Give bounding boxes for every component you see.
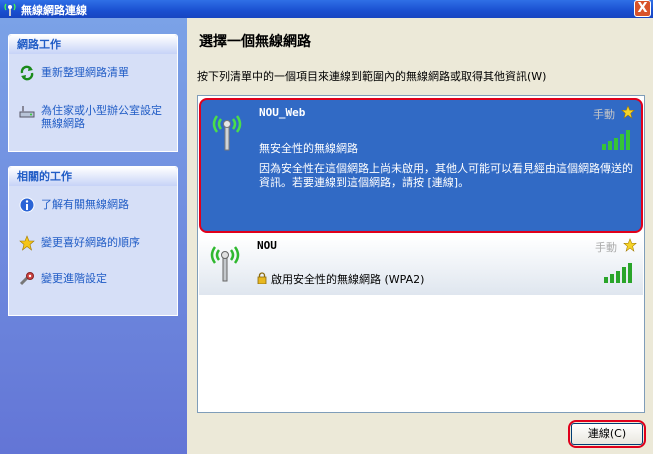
- network-tasks-header[interactable]: 網路工作: [9, 35, 177, 54]
- setup-wireless-network-label: 為住家或小型辦公室設定無線網路: [41, 104, 162, 130]
- close-icon: X: [637, 1, 648, 16]
- change-advanced-settings-label: 變更進階設定: [41, 272, 107, 285]
- signal-strength-icon: [604, 263, 632, 283]
- wireless-antenna-icon: [212, 115, 242, 151]
- star-icon: [19, 235, 35, 251]
- task-pane: 網路工作 重新整理網路清單 為住家或小型辦公室設定無線網路 相關的工作 了解有關…: [0, 18, 187, 454]
- refresh-network-list-label: 重新整理網路清單: [41, 66, 129, 79]
- network-security-status: 啟用安全性的無線網路 (WPA2): [271, 273, 425, 286]
- setup-icon: [19, 106, 35, 118]
- network-mode: 手動: [593, 108, 615, 121]
- related-tasks-header[interactable]: 相關的工作: [9, 167, 177, 186]
- signal-strength-icon: [602, 130, 630, 150]
- change-preferred-order-label: 變更喜好網路的順序: [41, 236, 140, 249]
- refresh-icon: [20, 65, 34, 81]
- network-security-status: 無安全性的無線網路: [259, 142, 358, 155]
- info-icon: [19, 197, 35, 213]
- network-description: 因為安全性在這個網路上尚未啟用，其他人可能可以看見經由這個網路傳送的資訊。若要連…: [259, 162, 633, 189]
- lock-icon: [257, 272, 267, 284]
- network-list[interactable]: NOU_Web 手動 無安全性的無線網路 因為安全性在這個網路上尚未啟用，其他人…: [197, 95, 645, 413]
- window-title: 無線網路連線: [21, 4, 87, 17]
- preferred-star-icon: [623, 238, 637, 252]
- network-item-nou-web[interactable]: NOU_Web 手動 無安全性的無線網路 因為安全性在這個網路上尚未啟用，其他人…: [199, 98, 643, 233]
- title-bar: 無線網路連線 X: [0, 0, 653, 18]
- related-tasks-panel: 相關的工作 了解有關無線網路 變更喜好網路的順序 變更進階設定: [8, 166, 178, 316]
- network-tasks-panel: 網路工作 重新整理網路清單 為住家或小型辦公室設定無線網路: [8, 34, 178, 152]
- network-item-nou[interactable]: NOU 手動 啟用安全性的無線網路 (WPA2): [199, 237, 643, 295]
- connect-button[interactable]: 連線(C): [571, 423, 643, 445]
- close-button[interactable]: X: [634, 0, 651, 17]
- learn-about-wireless-label: 了解有關無線網路: [41, 198, 129, 211]
- preferred-star-icon: [621, 105, 635, 119]
- wireless-antenna-icon: [210, 246, 240, 282]
- settings-icon: [19, 272, 34, 286]
- network-ssid: NOU_Web: [259, 106, 306, 119]
- main-content: 選擇一個無線網路 按下列清單中的一個項目來連線到範圍內的無線網路或取得其他資訊(…: [187, 18, 653, 454]
- instruction-text: 按下列清單中的一個項目來連線到範圍內的無線網路或取得其他資訊(W): [197, 70, 547, 83]
- wireless-network-icon: [4, 3, 16, 16]
- network-ssid: NOU: [257, 239, 277, 252]
- page-title: 選擇一個無線網路: [199, 34, 311, 50]
- network-mode: 手動: [595, 241, 617, 254]
